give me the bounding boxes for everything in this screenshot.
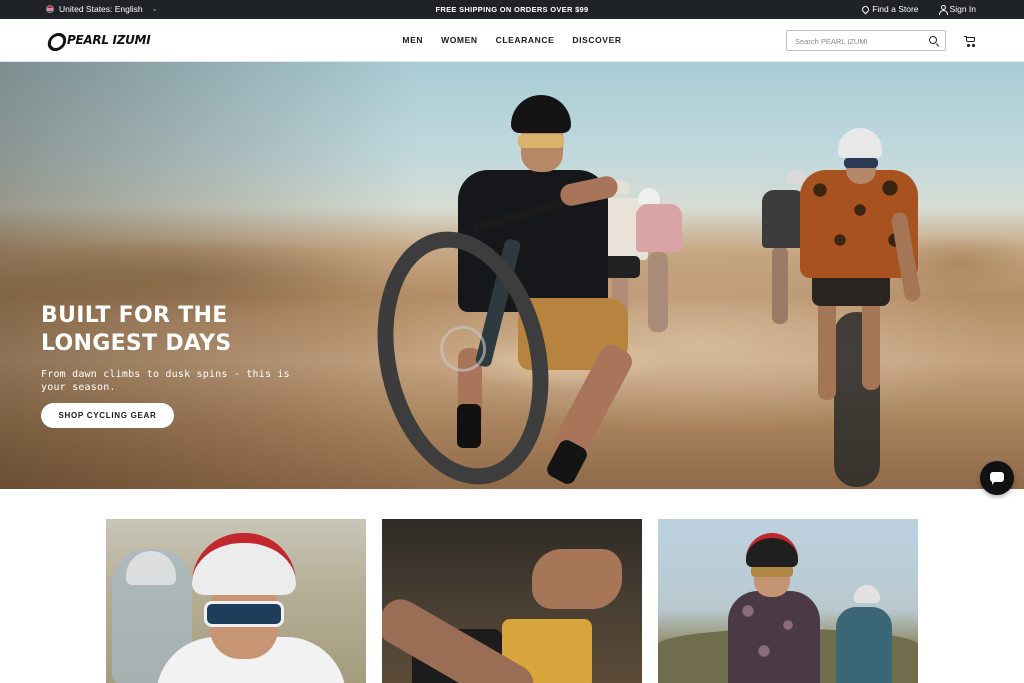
cart-wheel xyxy=(967,44,970,47)
cart-wheel xyxy=(972,44,975,47)
find-store-label: Find a Store xyxy=(872,4,919,14)
nav-women[interactable]: WOMEN xyxy=(441,35,478,45)
site-header: PEARL IZUMI MEN WOMEN CLEARANCE DISCOVER xyxy=(0,19,1024,62)
hero-copy: BUILT FOR THE LONGEST DAYS From dawn cli… xyxy=(41,302,341,394)
nav-men[interactable]: MEN xyxy=(402,35,423,45)
find-store-link[interactable]: Find a Store xyxy=(860,4,919,14)
location-pin-icon xyxy=(860,4,871,14)
utility-links: Find a Store Sign In xyxy=(860,4,976,15)
search-box xyxy=(786,30,946,51)
hero-title: BUILT FOR THE LONGEST DAYS xyxy=(41,303,232,356)
shop-cycling-gear-button[interactable]: SHOP CYCLING GEAR xyxy=(41,403,174,428)
cart-basket xyxy=(966,37,975,42)
hero-banner[interactable]: BUILT FOR THE LONGEST DAYS From dawn cli… xyxy=(0,62,1024,489)
hero-subtitle: From dawn climbs to dusk spins - this is… xyxy=(41,369,290,393)
category-tile[interactable] xyxy=(106,519,366,683)
utility-bar: United States: English ⌄ FREE SHIPPING O… xyxy=(0,0,1024,19)
search-input[interactable] xyxy=(787,32,917,51)
nav-discover[interactable]: DISCOVER xyxy=(572,35,621,45)
category-tile[interactable] xyxy=(382,519,642,683)
search-icon[interactable] xyxy=(929,36,937,44)
sign-in-link[interactable]: Sign In xyxy=(938,4,976,15)
nav-clearance[interactable]: CLEARANCE xyxy=(496,35,555,45)
chat-bubble-glyph xyxy=(990,472,1004,482)
chat-icon[interactable] xyxy=(980,461,1014,495)
cart-icon[interactable] xyxy=(964,36,976,47)
category-tile[interactable] xyxy=(658,519,918,683)
user-icon xyxy=(938,4,948,15)
sign-in-label: Sign In xyxy=(949,4,976,14)
